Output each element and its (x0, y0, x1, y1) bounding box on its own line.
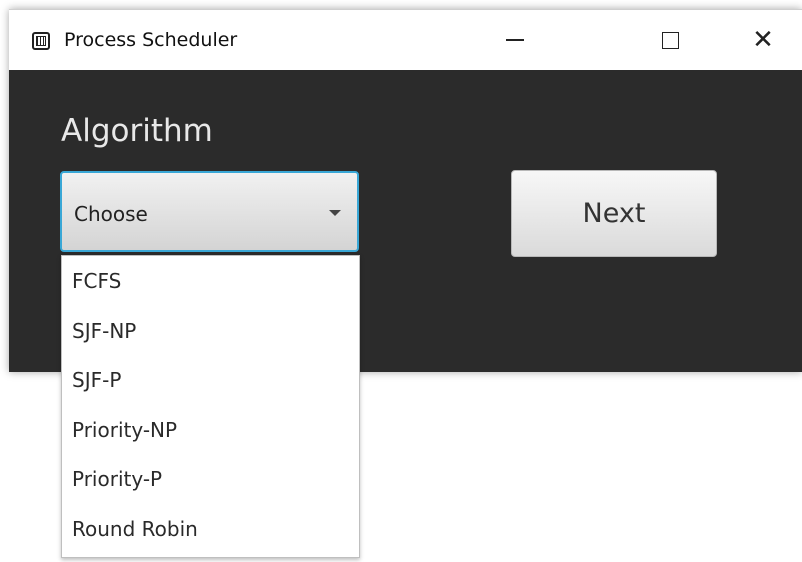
algorithm-label: Algorithm (61, 113, 213, 149)
dropdown-option-priority-np[interactable]: Priority-NP (62, 405, 359, 455)
algorithm-dropdown-list: FCFS SJF-NP SJF-P Priority-NP Priority-P… (61, 255, 360, 558)
dropdown-option-sjf-p[interactable]: SJF-P (62, 356, 359, 406)
dropdown-option-round-robin[interactable]: Round Robin (62, 504, 359, 554)
app-icon (32, 32, 50, 50)
dropdown-option-fcfs[interactable]: FCFS (62, 256, 359, 306)
algorithm-combobox[interactable]: Choose (60, 171, 359, 252)
dropdown-option-sjf-np[interactable]: SJF-NP (62, 306, 359, 356)
dropdown-option-priority-p[interactable]: Priority-P (62, 455, 359, 505)
title-bar[interactable]: Process Scheduler ✕ (9, 9, 802, 70)
chevron-down-icon (329, 210, 341, 216)
maximize-icon (661, 31, 679, 49)
close-button[interactable]: ✕ (735, 10, 791, 70)
maximize-button[interactable] (642, 10, 698, 70)
combobox-selected-value: Choose (74, 202, 148, 226)
next-button[interactable]: Next (511, 170, 717, 257)
window-title: Process Scheduler (64, 29, 238, 51)
minimize-icon (506, 39, 524, 41)
close-icon: ✕ (752, 25, 774, 55)
minimize-button[interactable] (487, 10, 543, 70)
